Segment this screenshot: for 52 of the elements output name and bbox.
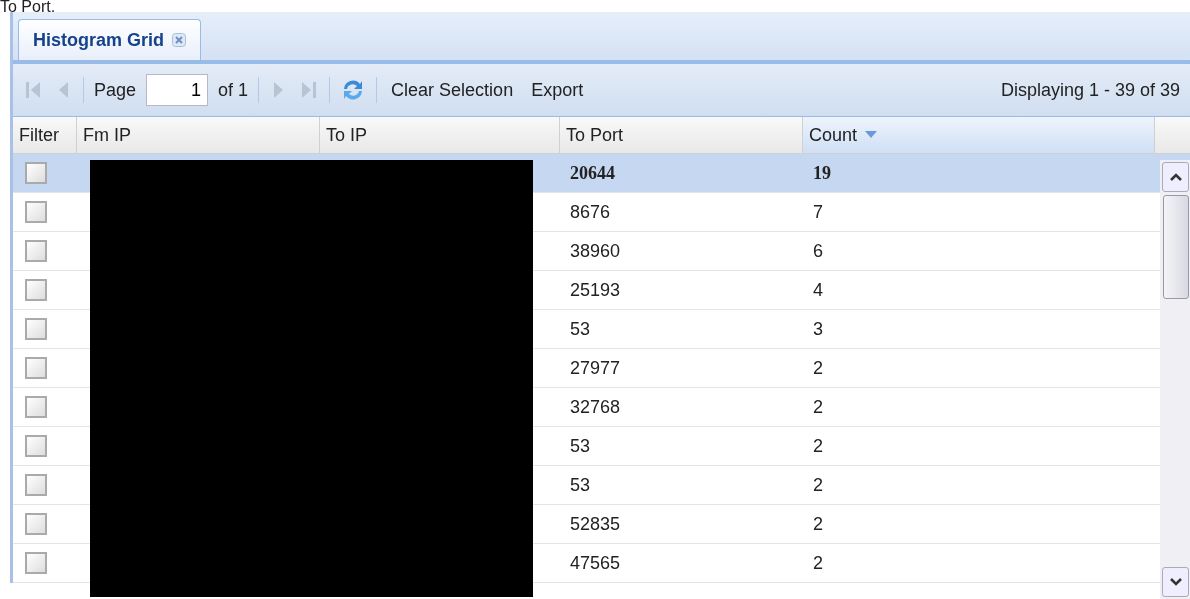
table-cell: 2 xyxy=(813,552,823,574)
table-cell: 53 xyxy=(570,474,591,496)
filter-checkbox[interactable] xyxy=(25,318,47,340)
table-cell: 27977 xyxy=(570,357,621,379)
table-cell: 7 xyxy=(813,201,823,223)
table-cell: 3 xyxy=(813,318,823,340)
close-icon[interactable] xyxy=(172,33,187,47)
scroll-up-button[interactable] xyxy=(1162,162,1189,192)
table-cell: 6 xyxy=(813,240,823,262)
page-count: of 1 xyxy=(218,79,249,101)
table-cell: 4 xyxy=(813,279,823,301)
table-cell: 25193 xyxy=(570,279,621,301)
page-label: Page xyxy=(94,79,137,101)
table-cell: 2 xyxy=(813,474,823,496)
table-cell: 2 xyxy=(813,513,823,535)
table-cell: 19 xyxy=(813,162,831,184)
table-cell: 47565 xyxy=(570,552,621,574)
table-cell: 20644 xyxy=(570,162,615,184)
table-cell: 32768 xyxy=(570,396,621,418)
table-cell: 53 xyxy=(570,435,591,457)
chevron-down-icon xyxy=(1169,578,1182,586)
table-cell: 53 xyxy=(570,318,591,340)
scroll-down-button[interactable] xyxy=(1162,567,1189,597)
filter-checkbox[interactable] xyxy=(25,279,47,301)
filter-checkbox[interactable] xyxy=(25,474,47,496)
first-page-icon[interactable] xyxy=(23,79,43,101)
column-header[interactable]: Filter xyxy=(13,117,77,153)
filter-checkbox[interactable] xyxy=(25,201,47,223)
page-field[interactable]: 1 xyxy=(146,74,209,106)
column-header[interactable]: To IP xyxy=(320,117,560,153)
table-cell: 2 xyxy=(813,396,823,418)
table-cell: 2 xyxy=(813,435,823,457)
filter-checkbox[interactable] xyxy=(25,396,47,418)
chevron-up-icon xyxy=(1169,173,1182,181)
column-header[interactable]: Count xyxy=(803,117,1155,153)
filter-checkbox[interactable] xyxy=(25,435,47,457)
filter-checkbox[interactable] xyxy=(25,357,47,379)
clear-selection-button[interactable]: Clear Selection xyxy=(387,79,518,101)
table-cell: 38960 xyxy=(570,240,621,262)
filter-checkbox[interactable] xyxy=(25,162,47,184)
table-cell: 2 xyxy=(813,357,823,379)
display-info: Displaying 1 - 39 of 39 xyxy=(1000,79,1180,101)
filter-checkbox[interactable] xyxy=(25,240,47,262)
scroll-thumb[interactable] xyxy=(1163,195,1189,299)
caption-text: To Port. xyxy=(0,0,57,12)
table-cell: 52835 xyxy=(570,513,621,535)
filter-checkbox[interactable] xyxy=(25,513,47,535)
table-cell: 8676 xyxy=(570,201,611,223)
export-button[interactable]: Export xyxy=(527,79,588,101)
grid-tab[interactable]: Histogram Grid xyxy=(18,19,202,60)
column-header[interactable]: Fm IP xyxy=(77,117,320,153)
filter-checkbox[interactable] xyxy=(25,552,47,574)
